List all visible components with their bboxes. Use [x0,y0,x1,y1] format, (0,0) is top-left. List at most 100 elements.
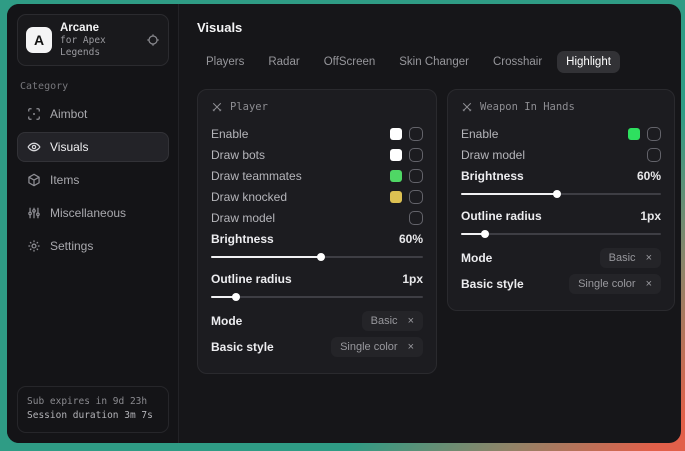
app-logo: A [26,27,52,53]
tag-label: Basic [609,252,636,264]
main-content: Visuals Players Radar OffScreenSkin Change… [179,4,681,443]
panel-header: Player [211,101,423,113]
tab-crosshair[interactable]: Crosshair [484,51,551,73]
checkbox[interactable] [647,148,661,162]
color-swatch[interactable] [628,128,640,140]
checkbox[interactable] [647,127,661,141]
sidebar-nav: Aimbot Visuals Items MiscellaneousSettings [17,99,169,261]
setting-row-brightness: Brightness 60% [461,165,661,186]
setting-label: Mode [461,251,492,265]
slider-value: 60% [399,232,423,246]
target-icon[interactable] [146,33,160,47]
app-meta: Arcane for Apex Legends [60,21,138,59]
tag-label: Single color [578,278,635,290]
slider-thumb[interactable] [481,230,489,238]
slider-value: 1px [640,209,661,223]
slider-fill [211,256,321,258]
remove-tag-icon[interactable]: × [408,316,414,327]
slider-thumb[interactable] [232,293,240,301]
setting-label: Brightness [211,232,274,246]
setting-row-brightness: Brightness 60% [211,228,423,249]
app-name: Arcane [60,21,138,35]
sidebar-item-visuals[interactable]: Visuals [17,132,169,162]
page-title: Visuals [197,20,675,35]
color-swatch[interactable] [390,170,402,182]
color-swatch[interactable] [390,149,402,161]
tag-single-color[interactable]: Single color × [331,337,423,357]
sub-expiry-text: Sub expires in 9d 23h [27,395,159,410]
sidebar-item-items[interactable]: Items [17,165,169,195]
subscription-card: Sub expires in 9d 23h Session duration 3… [17,386,169,433]
app-subtitle: for Apex Legends [60,35,138,59]
slider-value: 60% [637,169,661,183]
checkbox[interactable] [409,190,423,204]
checkbox[interactable] [409,169,423,183]
remove-tag-icon[interactable]: × [408,342,414,353]
color-swatch[interactable] [390,128,402,140]
setting-label: Outline radius [211,272,292,286]
tab-bar: Players Radar OffScreenSkin Changer Crossha… [197,51,675,73]
app-header-card: A Arcane for Apex Legends [17,14,169,66]
setting-label: Enable [461,127,498,141]
sidebar-item-label: Items [50,173,79,187]
row-controls [628,127,661,141]
setting-label: Brightness [461,169,524,183]
slider-value: 1px [402,272,423,286]
crosshair-icon [27,107,41,121]
slider-brightness[interactable] [461,193,661,195]
slider-outline-radius[interactable] [211,296,423,298]
setting-row-draw-knocked: Draw knocked [211,186,423,207]
setting-label: Basic style [211,340,274,354]
panel-header: Weapon In Hands [461,101,661,113]
sliders-icon [27,206,41,220]
color-swatch[interactable] [390,191,402,203]
crossed-swords-icon [211,101,223,113]
remove-tag-icon[interactable]: × [646,253,652,264]
tab-offscreen[interactable]: OffScreen [315,51,385,73]
row-controls [647,148,661,162]
checkbox[interactable] [409,211,423,225]
setting-label: Draw knocked [211,190,287,204]
slider-fill [461,193,557,195]
tab-highlight[interactable]: Highlight [557,51,620,73]
tag-basic[interactable]: Basic × [600,248,661,268]
session-duration-text: Session duration 3m 7s [27,409,159,424]
tag-basic[interactable]: Basic× [362,311,423,331]
tag-label: Single color [340,341,397,353]
checkbox[interactable] [409,127,423,141]
sidebar-item-aimbot[interactable]: Aimbot [17,99,169,129]
setting-label: Outline radius [461,209,542,223]
setting-label: Enable [211,127,248,141]
setting-label: Draw model [461,148,525,162]
setting-label: Draw teammates [211,169,302,183]
panel-weapon-in-hands: Weapon In Hands Enable Draw model Brightnes… [447,89,675,311]
tab-players[interactable]: Players [197,51,253,73]
setting-row-draw-model: Draw model [461,144,661,165]
setting-row-draw-bots: Draw bots [211,144,423,165]
setting-label: Mode [211,314,242,328]
slider-thumb[interactable] [553,190,561,198]
setting-row-basic-style: Basic style Single color × [211,334,423,360]
row-controls [409,211,423,225]
slider-brightness[interactable] [211,256,423,258]
sidebar-item-settings[interactable]: Settings [17,231,169,261]
setting-row-enable: Enable [211,123,423,144]
setting-row-mode: Mode Basic× [211,308,423,334]
setting-row-mode: Mode Basic × [461,245,661,271]
category-label: Category [20,81,166,92]
tab-skin-changer[interactable]: Skin Changer [390,51,478,73]
app-window: A Arcane for Apex Legends Category Aimbo… [7,4,681,443]
panel-player: Player Enable Draw bots Draw teammates Draw … [197,89,437,374]
setting-label: Draw model [211,211,275,225]
checkbox[interactable] [409,148,423,162]
sidebar: A Arcane for Apex Legends Category Aimbo… [7,4,179,443]
remove-tag-icon[interactable]: × [646,279,652,290]
tag-single-color[interactable]: Single color × [569,274,661,294]
box-icon [27,173,41,187]
tab-radar[interactable]: Radar [259,51,308,73]
sidebar-item-miscellaneous[interactable]: Miscellaneous [17,198,169,228]
row-controls [390,169,423,183]
sidebar-item-label: Aimbot [50,107,87,121]
slider-thumb[interactable] [317,253,325,261]
slider-outline-radius[interactable] [461,233,661,235]
